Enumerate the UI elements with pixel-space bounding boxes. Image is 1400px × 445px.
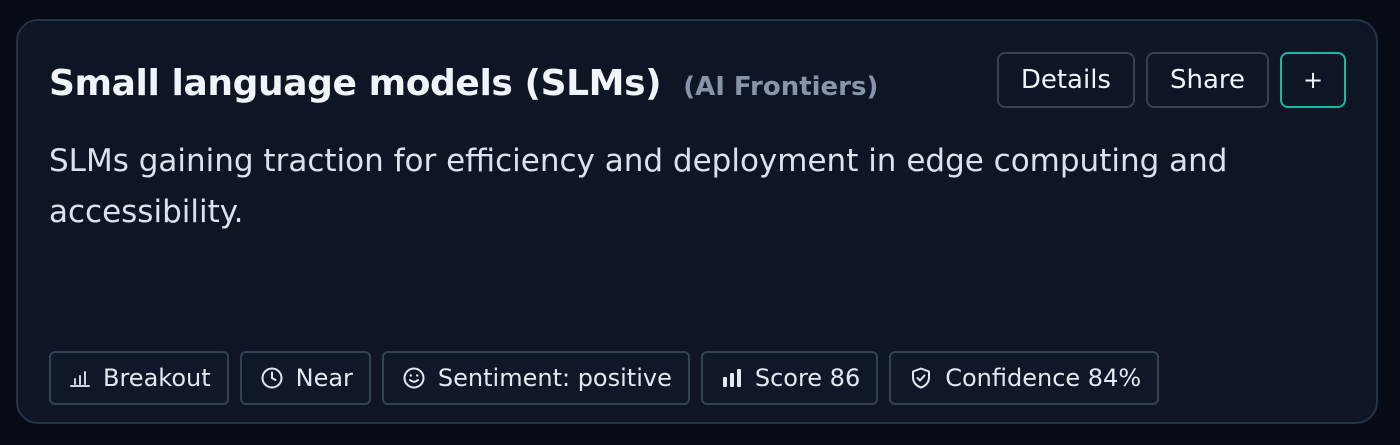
card-actions: Details Share + [996,52,1346,108]
trend-card: Small language models (SLMs) (AI Frontie… [16,19,1378,424]
share-button[interactable]: Share [1145,52,1269,108]
category-label: (AI Frontiers) [683,72,879,102]
card-description: SLMs gaining traction for efficiency and… [49,143,1228,230]
tag-label: Sentiment: positive [437,364,672,392]
tag-trend: Breakout [49,351,229,405]
clock-icon [260,366,284,390]
tag-score: Score 86 [700,351,879,405]
card-title: Small language models (SLMs) [49,63,662,104]
tag-label: Near [295,364,353,392]
shield-check-icon [909,366,933,390]
tag-list: Breakout Near Sentiment: positive Score … [49,351,1160,405]
tag-sentiment: Sentiment: positive [381,351,690,405]
add-button[interactable]: + [1280,52,1346,108]
details-button[interactable]: Details [996,52,1135,108]
tag-label: Score 86 [754,364,861,392]
tag-label: Confidence 84% [945,364,1142,392]
card-header: Small language models (SLMs) (AI Frontie… [49,63,878,104]
bar-chart-solid-icon [721,367,743,389]
tag-confidence: Confidence 84% [889,351,1160,405]
smile-icon [402,366,426,390]
bar-chart-icon [69,367,91,389]
tag-horizon: Near [239,351,371,405]
tag-label: Breakout [103,364,211,392]
